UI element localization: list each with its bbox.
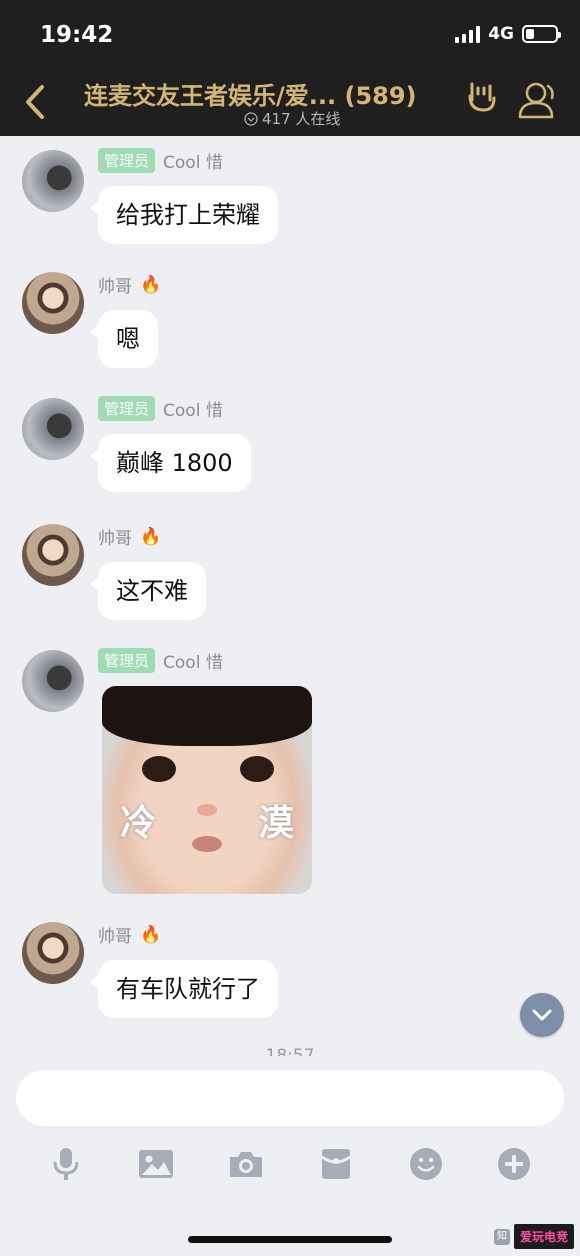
scroll-to-bottom-button[interactable] bbox=[520, 993, 564, 1037]
avatar[interactable] bbox=[22, 524, 84, 586]
sender-line: 管理员 Cool 惜 bbox=[98, 148, 223, 173]
status-icons: 4G bbox=[455, 24, 561, 44]
back-button[interactable] bbox=[20, 82, 50, 122]
message-bubble[interactable]: 给我打上荣耀 bbox=[90, 186, 278, 244]
more-button[interactable] bbox=[494, 1144, 534, 1184]
camera-button[interactable] bbox=[226, 1144, 266, 1184]
chevron-down-icon bbox=[532, 1009, 552, 1021]
sticker-caption: 漠 bbox=[258, 803, 295, 844]
red-packet-icon bbox=[321, 1149, 351, 1179]
plus-icon bbox=[498, 1148, 530, 1180]
sender-line: 帅哥 🔥 bbox=[98, 272, 162, 298]
avatar[interactable] bbox=[22, 398, 84, 460]
message-input[interactable] bbox=[16, 1070, 564, 1126]
message-bubble[interactable]: 有车队就行了 bbox=[90, 960, 278, 1018]
admin-badge: 管理员 bbox=[98, 648, 156, 673]
chat-title-area[interactable]: 连麦交友王者娱乐/爱... (589) 417 人在线 bbox=[84, 76, 444, 128]
online-count-label: 417 人在线 bbox=[262, 110, 341, 128]
voice-button[interactable] bbox=[46, 1144, 86, 1184]
online-count: 417 人在线 bbox=[244, 108, 340, 129]
admin-badge: 管理员 bbox=[98, 148, 156, 173]
time-divider: 18:57 bbox=[265, 1046, 315, 1056]
input-toolbar bbox=[0, 1144, 580, 1184]
image-button[interactable] bbox=[136, 1144, 176, 1184]
image-icon bbox=[139, 1150, 173, 1178]
sticker-image[interactable]: 冷 漠 bbox=[102, 686, 312, 894]
home-indicator[interactable] bbox=[188, 1236, 392, 1243]
battery-icon bbox=[522, 25, 561, 43]
rock-hand-icon bbox=[468, 82, 496, 112]
chevron-circle-down-icon bbox=[244, 111, 258, 126]
admin-badge: 管理员 bbox=[98, 396, 156, 421]
sender-name: 帅哥 bbox=[98, 529, 132, 549]
watermark: 知 爱玩电竞 bbox=[493, 1224, 574, 1249]
sender-line: 帅哥 🔥 bbox=[98, 524, 162, 550]
avatar[interactable] bbox=[22, 922, 84, 984]
sender-name: 帅哥 bbox=[98, 927, 132, 947]
chevron-left-icon bbox=[26, 85, 44, 119]
fire-icon: 🔥 bbox=[140, 274, 162, 295]
avatar[interactable] bbox=[22, 150, 84, 212]
fire-icon: 🔥 bbox=[140, 526, 162, 547]
signal-icon bbox=[455, 25, 481, 43]
fire-icon: 🔥 bbox=[140, 924, 162, 945]
sender-line: 帅哥 🔥 bbox=[98, 922, 162, 948]
avatar[interactable] bbox=[22, 650, 84, 712]
status-time: 19:42 bbox=[40, 22, 114, 48]
message-bubble[interactable]: 这不难 bbox=[90, 562, 206, 620]
message-bubble[interactable]: 嗯 bbox=[90, 310, 158, 368]
sender-line: 管理员 Cool 惜 bbox=[98, 648, 223, 673]
chat-message-list[interactable]: 管理员 Cool 惜 给我打上荣耀 帅哥 🔥 嗯 管理员 Cool 惜 巅峰 1… bbox=[0, 136, 580, 1056]
watermark-chip-icon: 知 bbox=[493, 1228, 510, 1245]
emoji-button[interactable] bbox=[406, 1144, 446, 1184]
sender-name: 帅哥 bbox=[98, 277, 132, 297]
group-members-button[interactable] bbox=[514, 80, 558, 120]
sender-line: 管理员 Cool 惜 bbox=[98, 396, 223, 421]
message-bubble[interactable]: 巅峰 1800 bbox=[90, 434, 251, 492]
sender-name: Cool 惜 bbox=[163, 401, 223, 421]
chat-header: 19:42 4G 连麦交友王者娱乐/爱... (589) 417 人在线 bbox=[0, 0, 580, 136]
group-members-icon bbox=[518, 82, 554, 119]
sticker-caption: 冷 bbox=[120, 803, 157, 844]
network-label: 4G bbox=[488, 24, 514, 44]
microphone-icon bbox=[53, 1148, 79, 1180]
camera-icon bbox=[230, 1152, 262, 1177]
red-packet-button[interactable] bbox=[316, 1144, 356, 1184]
group-title: 连麦交友王者娱乐/爱... (589) bbox=[84, 82, 417, 110]
avatar[interactable] bbox=[22, 272, 84, 334]
sender-name: Cool 惜 bbox=[163, 153, 223, 173]
sender-name: Cool 惜 bbox=[163, 653, 223, 673]
emoji-icon bbox=[410, 1148, 442, 1180]
rock-hand-button[interactable] bbox=[464, 80, 500, 116]
watermark-logo: 爱玩电竞 bbox=[513, 1224, 574, 1249]
